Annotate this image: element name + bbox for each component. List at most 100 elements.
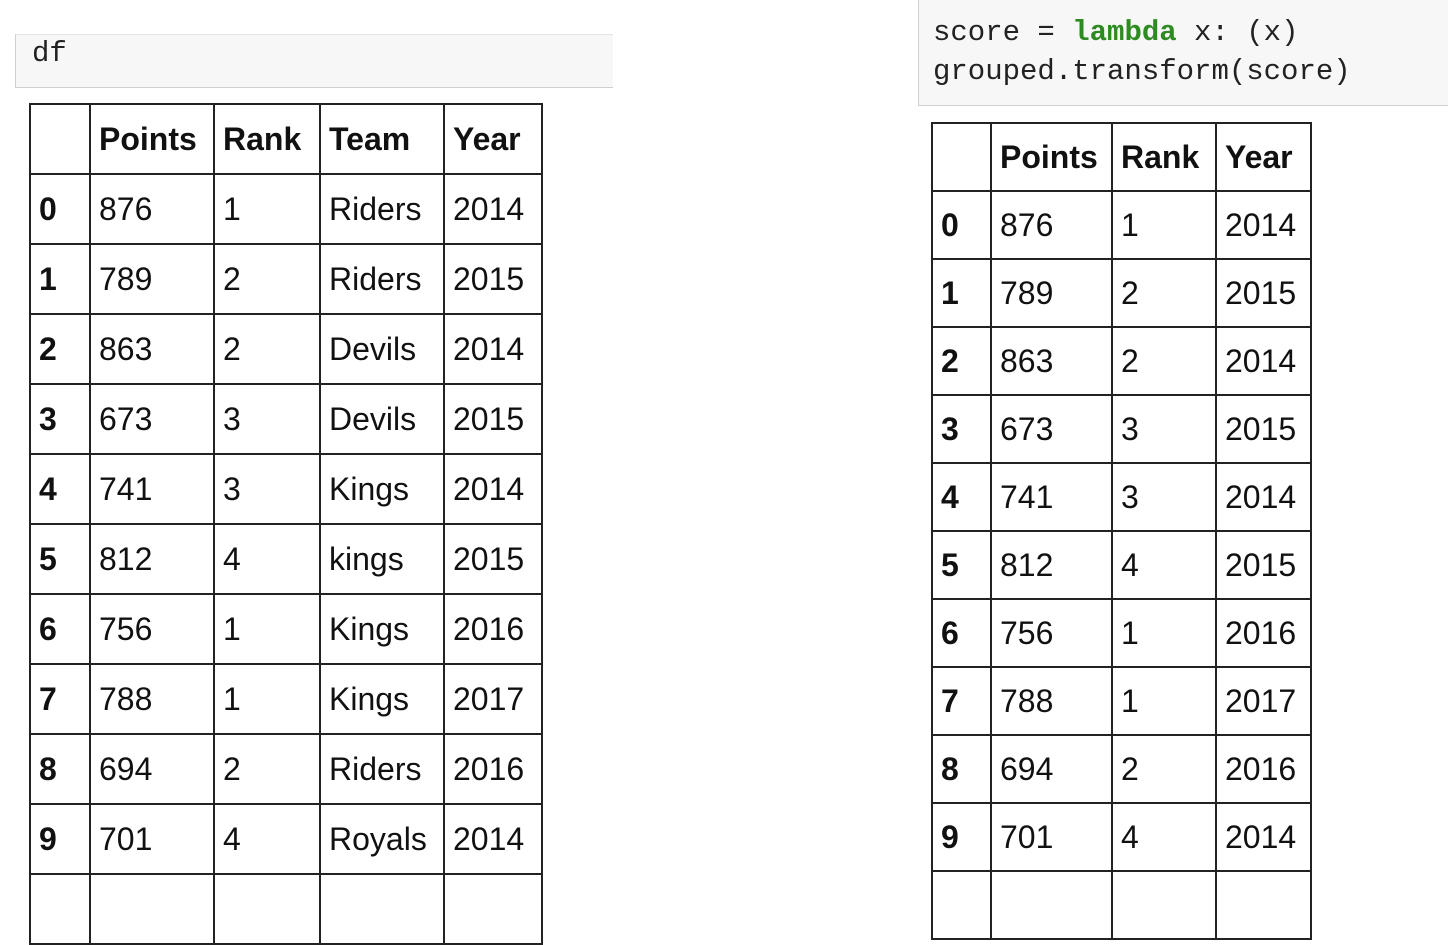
table-cell: 1 <box>1111 190 1217 260</box>
table-cell: 673 <box>990 394 1113 464</box>
table-cell: 788 <box>990 666 1113 736</box>
table-cell: 756 <box>89 593 215 665</box>
table-cell: 2015 <box>443 243 543 315</box>
row-index: 7 <box>931 666 992 736</box>
table-cell: Kings <box>319 663 445 735</box>
table-cell: 2014 <box>1215 326 1312 396</box>
row-index: 5 <box>29 523 91 595</box>
column-header: Points <box>89 103 215 175</box>
table-cell: 863 <box>990 326 1113 396</box>
table-cell: 694 <box>990 734 1113 804</box>
table-cell: 812 <box>89 523 215 595</box>
code-text: x: (x) <box>1176 16 1299 49</box>
table-row: 9 701 4 2014 <box>931 802 1312 872</box>
table-cell: 2015 <box>443 383 543 455</box>
table-cell: 2015 <box>1215 530 1312 600</box>
table-row: 8 694 2 Riders 2016 <box>29 733 543 805</box>
table-cell: 673 <box>89 383 215 455</box>
table-row: 6 756 1 2016 <box>931 598 1312 668</box>
code-text: score = <box>933 16 1073 49</box>
table-cell: Devils <box>319 313 445 385</box>
table-cell <box>990 870 1113 940</box>
table-row: 8 694 2 2016 <box>931 734 1312 804</box>
table-row: 5 812 4 kings 2015 <box>29 523 543 595</box>
table-cell: 701 <box>990 802 1113 872</box>
table-cell: 2014 <box>1215 462 1312 532</box>
table-cell: 2014 <box>443 803 543 875</box>
table-cell: 2015 <box>1215 258 1312 328</box>
table-cell: 2015 <box>1215 394 1312 464</box>
row-index: 9 <box>29 803 91 875</box>
column-header: Rank <box>1111 122 1217 192</box>
table-cell: Devils <box>319 383 445 455</box>
table-row: 9 701 4 Royals 2014 <box>29 803 543 875</box>
table-cell: 3 <box>1111 462 1217 532</box>
table-cell: 2016 <box>1215 598 1312 668</box>
code-line: df <box>32 37 67 70</box>
table-cell: 701 <box>89 803 215 875</box>
table-row: 7 788 1 2017 <box>931 666 1312 736</box>
table-cell: 741 <box>89 453 215 525</box>
table-cell: 741 <box>990 462 1113 532</box>
code-cell-df[interactable]: df <box>15 34 613 88</box>
code-line-2: grouped.transform(score) <box>933 55 1351 88</box>
table-cell: 2 <box>213 243 321 315</box>
row-index: 8 <box>29 733 91 805</box>
row-index: 2 <box>29 313 91 385</box>
table-cell: 812 <box>990 530 1113 600</box>
row-index: 2 <box>931 326 992 396</box>
table-cell: 876 <box>89 173 215 245</box>
table-row: 1 789 2 Riders 2015 <box>29 243 543 315</box>
table-row: 4 741 3 2014 <box>931 462 1312 532</box>
table-cell: 1 <box>1111 598 1217 668</box>
code-cell-transform[interactable]: score = lambda x: (x) grouped.transform(s… <box>918 0 1448 106</box>
row-index: 1 <box>931 258 992 328</box>
table-row: 6 756 1 Kings 2016 <box>29 593 543 665</box>
table-cell: 756 <box>990 598 1113 668</box>
transform-output-table: Points Rank Year 0 876 1 2014 1 789 2 2015 2 863 2… <box>931 122 1312 940</box>
row-index: 4 <box>29 453 91 525</box>
table-row: 4 741 3 Kings 2014 <box>29 453 543 525</box>
table-row: 3 673 3 2015 <box>931 394 1312 464</box>
row-index: 3 <box>29 383 91 455</box>
code-line-1: score = lambda x: (x) <box>933 13 1448 52</box>
table-cell: 863 <box>89 313 215 385</box>
table-cell: 789 <box>89 243 215 315</box>
table-cell: 2015 <box>443 523 543 595</box>
table-cell: 3 <box>213 383 321 455</box>
row-index: 8 <box>931 734 992 804</box>
table-cell: 2 <box>1111 258 1217 328</box>
table-cell: 2016 <box>443 593 543 665</box>
table-cell <box>443 873 543 945</box>
row-index: 9 <box>931 802 992 872</box>
table-cell: Royals <box>319 803 445 875</box>
table-cell: 2014 <box>1215 802 1312 872</box>
table-cell: 2014 <box>443 313 543 385</box>
table-cell: Riders <box>319 733 445 805</box>
table-row-partial <box>931 870 1312 940</box>
index-header <box>931 122 992 192</box>
table-cell: 4 <box>213 523 321 595</box>
column-header: Points <box>990 122 1113 192</box>
dataframe-output-table: Points Rank Team Year 0 876 1 Riders 2014 1 78… <box>29 103 543 945</box>
table-cell: 2014 <box>443 453 543 525</box>
row-index: 4 <box>931 462 992 532</box>
table-cell: 2014 <box>443 173 543 245</box>
table-cell: 789 <box>990 258 1113 328</box>
table-row: 0 876 1 2014 <box>931 190 1312 260</box>
table-cell: Kings <box>319 453 445 525</box>
table-cell: 694 <box>89 733 215 805</box>
table-row: 5 812 4 2015 <box>931 530 1312 600</box>
table-cell: 2017 <box>1215 666 1312 736</box>
table-row: 0 876 1 Riders 2014 <box>29 173 543 245</box>
code-keyword: lambda <box>1072 16 1177 49</box>
table-cell: 4 <box>1111 802 1217 872</box>
table-row: 3 673 3 Devils 2015 <box>29 383 543 455</box>
table-cell: 2014 <box>1215 190 1312 260</box>
table-cell <box>89 873 215 945</box>
row-index: 6 <box>931 598 992 668</box>
table-row: 2 863 2 2014 <box>931 326 1312 396</box>
row-index: 3 <box>931 394 992 464</box>
table-cell: 876 <box>990 190 1113 260</box>
column-header: Year <box>443 103 543 175</box>
